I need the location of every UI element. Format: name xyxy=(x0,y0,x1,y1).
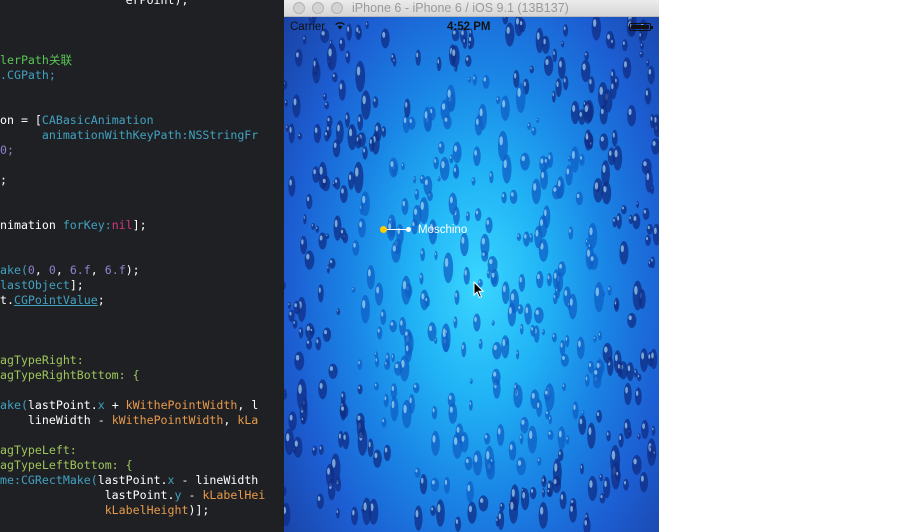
code-line: nimation forKey:nil]; xyxy=(0,218,147,233)
code-token: lastPoint. xyxy=(27,398,98,412)
code-line: .CGPath; xyxy=(0,68,56,83)
code-token: 0; xyxy=(0,143,14,157)
code-token: , xyxy=(34,263,49,277)
code-token: kWithePointWidth xyxy=(125,398,238,412)
code-line: erPoint); xyxy=(0,0,189,8)
code-line: ; xyxy=(0,173,7,188)
code-token: .CGPath; xyxy=(0,68,56,82)
tag-origin-dot[interactable] xyxy=(380,226,387,233)
code-token: t. xyxy=(0,293,14,307)
code-token: nimation xyxy=(0,218,63,232)
code-token: , xyxy=(90,263,105,277)
code-token: lastPoint. xyxy=(97,473,168,487)
code-token: ; xyxy=(97,293,105,307)
code-token: on = [ xyxy=(0,113,42,127)
code-line: animationWithKeyPath:NSStringFr xyxy=(0,128,258,143)
code-token: - xyxy=(181,488,203,502)
code-token: ; xyxy=(0,173,7,187)
code-editor[interactable]: erPoint); lerPath关联 .CGPath; on = [CABasicA… xyxy=(0,0,284,532)
code-line: t.CGPointValue; xyxy=(0,293,105,308)
code-token: kLabelHei xyxy=(202,488,266,502)
battery-nub xyxy=(651,26,653,29)
code-token: forKey: xyxy=(62,218,112,232)
code-token: x xyxy=(167,473,175,487)
wifi-icon xyxy=(335,22,345,30)
code-line: lineWidth - kWithePointWidth, kLa xyxy=(0,413,258,428)
code-token: 0 xyxy=(48,263,56,277)
status-time: 4:52 PM xyxy=(447,21,491,33)
code-token: lerPath关联 xyxy=(0,53,73,67)
simulator-screen[interactable]: Carrier 4:52 PM Moschino xyxy=(284,17,659,532)
code-token: CABasicAnimation xyxy=(41,113,154,127)
mouse-pointer-icon xyxy=(473,281,485,299)
close-window-button[interactable] xyxy=(293,2,305,14)
simulator-titlebar: iPhone 6 - iPhone 6 / iOS 9.1 (13B137) xyxy=(284,0,659,17)
code-line: lastPoint.y - kLabelHei xyxy=(0,488,266,503)
code-token: agTypeRight: xyxy=(0,353,84,367)
code-token: y xyxy=(174,488,182,502)
code-line: agTypeRightBottom: { xyxy=(0,368,140,383)
status-carrier: Carrier xyxy=(290,21,326,33)
code-token: kLa xyxy=(237,413,259,427)
code-token: CGRectMake( xyxy=(20,473,98,487)
code-token: )]; xyxy=(188,503,210,517)
code-token: , xyxy=(55,263,70,277)
code-line: ake(lastPoint.x + kWithePointWidth, l xyxy=(0,398,258,413)
code-token: kLabelHeight xyxy=(104,503,189,517)
water-drops-background xyxy=(284,17,659,532)
code-line: me:CGRectMake(lastPoint.x - lineWidth xyxy=(0,473,258,488)
code-line: on = [CABasicAnimation xyxy=(0,113,154,128)
code-token: , l xyxy=(237,398,259,412)
zoom-window-button[interactable] xyxy=(331,2,343,14)
code-token: erPoint); xyxy=(0,0,189,7)
code-token: ake( xyxy=(0,263,28,277)
code-line: kLabelHeight)]; xyxy=(0,503,210,518)
code-token: 0 xyxy=(27,263,35,277)
code-token: - lineWidth xyxy=(174,473,259,487)
code-token: 6.f xyxy=(69,263,91,277)
code-token: lastPoint. xyxy=(0,488,175,502)
battery-icon xyxy=(629,23,653,31)
code-token: agTypeLeft: xyxy=(0,443,77,457)
code-token: CGPointValue xyxy=(13,293,98,307)
battery-level xyxy=(631,25,649,29)
code-token: me: xyxy=(0,473,21,487)
code-token: ake( xyxy=(0,398,28,412)
code-line: ake(0, 0, 6.f, 6.f); xyxy=(0,263,140,278)
code-token: lineWidth - xyxy=(0,413,112,427)
code-token: ); xyxy=(125,263,140,277)
code-line: 0; xyxy=(0,143,14,158)
code-line: agTypeRight: xyxy=(0,353,84,368)
minimize-window-button[interactable] xyxy=(312,2,324,14)
code-line: lerPath关联 xyxy=(0,53,72,68)
code-token: NSStringFr xyxy=(188,128,259,142)
code-token: nil xyxy=(111,218,133,232)
code-line: agTypeLeftBottom: { xyxy=(0,458,133,473)
code-token: animationWithKeyPath: xyxy=(0,128,189,142)
code-token: lastObject xyxy=(0,278,70,292)
simulator-window: iPhone 6 - iPhone 6 / iOS 9.1 (13B137) C… xyxy=(284,0,659,532)
code-token: 6.f xyxy=(104,263,126,277)
code-line: lastObject]; xyxy=(0,278,84,293)
code-token: x xyxy=(97,398,105,412)
tag-label[interactable]: Moschino xyxy=(418,223,467,237)
code-token: ]; xyxy=(132,218,147,232)
code-token: agTypeRightBottom: { xyxy=(0,368,140,382)
code-line: agTypeLeft: xyxy=(0,443,77,458)
tag-end-dot xyxy=(406,227,411,232)
window-title: iPhone 6 - iPhone 6 / iOS 9.1 (13B137) xyxy=(352,1,569,15)
code-token: + xyxy=(104,398,126,412)
code-token: , xyxy=(223,413,238,427)
code-token: ]; xyxy=(69,278,84,292)
code-token: agTypeLeftBottom: { xyxy=(0,458,133,472)
code-token: kWithePointWidth xyxy=(111,413,224,427)
